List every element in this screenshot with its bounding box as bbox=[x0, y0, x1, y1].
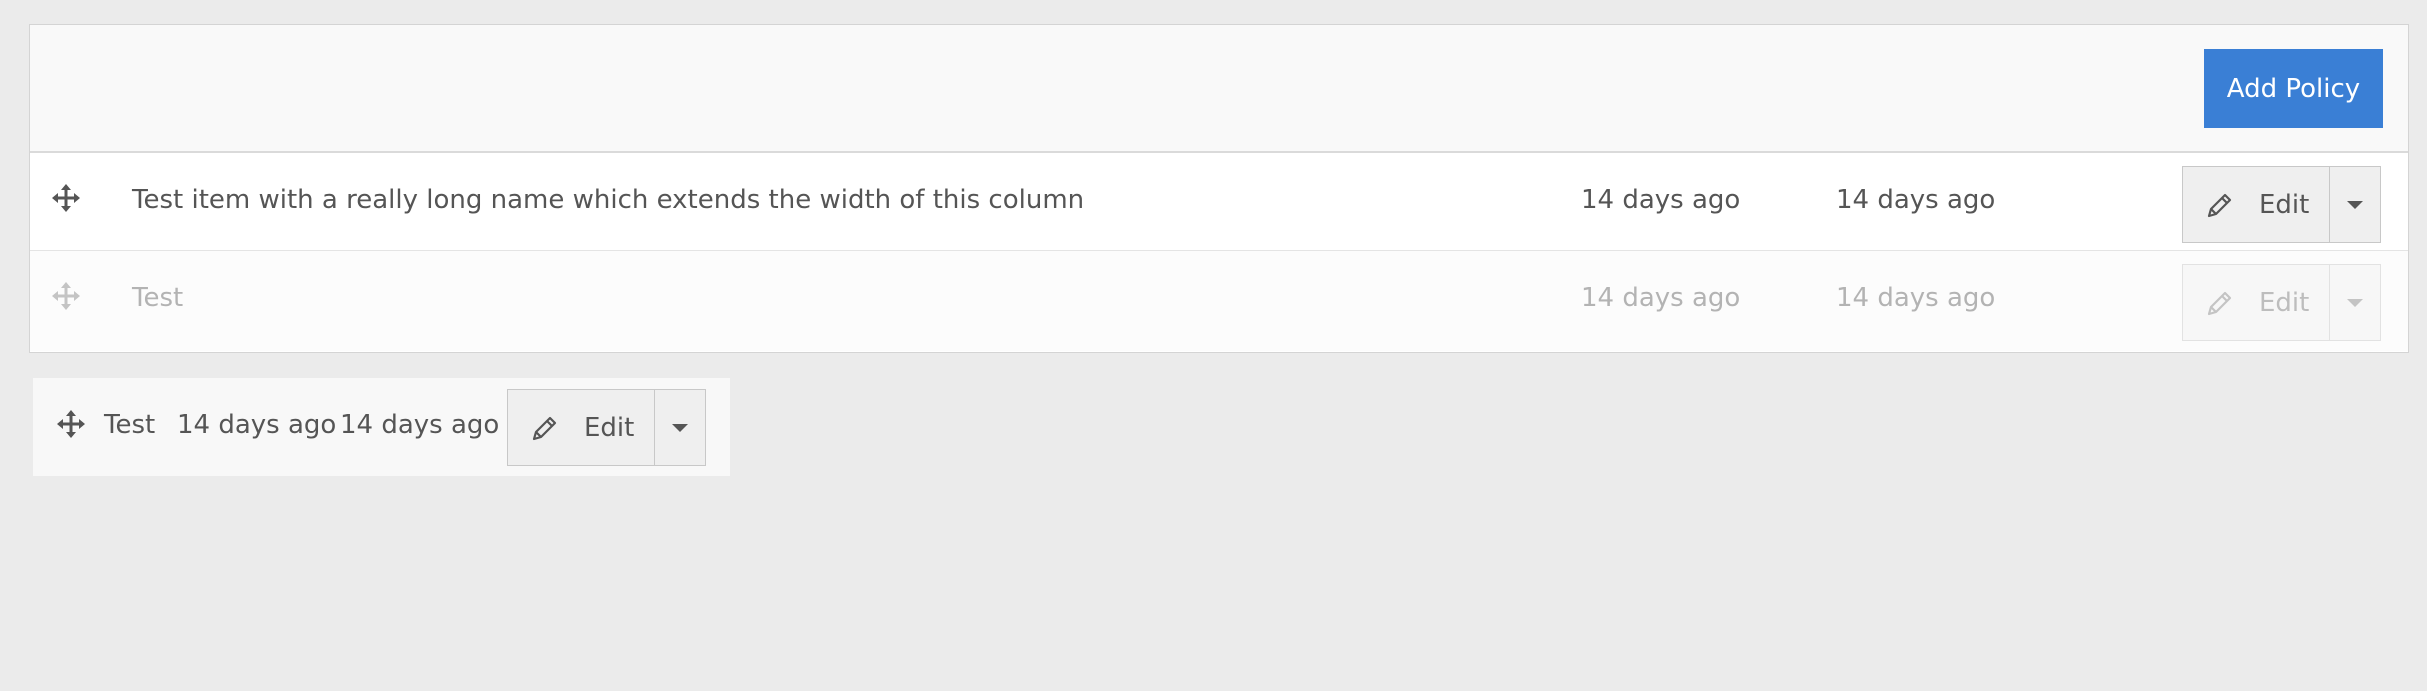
pencil-icon bbox=[532, 416, 557, 440]
move-handle-icon[interactable] bbox=[57, 410, 85, 438]
edit-label: Edit bbox=[2259, 189, 2310, 220]
panel-header: Add Policy bbox=[30, 25, 2408, 153]
caret-down-icon bbox=[2347, 298, 2363, 307]
edit-label: Edit bbox=[2259, 287, 2310, 318]
dropdown-toggle[interactable] bbox=[2330, 166, 2381, 243]
drag-preview-row[interactable]: Test 14 days ago 14 days ago Edit bbox=[33, 378, 730, 476]
edit-label: Edit bbox=[584, 412, 635, 443]
row-created: 14 days ago bbox=[1581, 185, 1741, 215]
row-actions: Edit bbox=[2182, 264, 2381, 341]
dropdown-toggle bbox=[2330, 264, 2381, 341]
row-updated: 14 days ago bbox=[1836, 185, 1996, 215]
row-actions: Edit bbox=[507, 389, 706, 466]
policy-list-panel: Add Policy Test item with a really long … bbox=[29, 24, 2409, 353]
caret-down-icon bbox=[2347, 200, 2363, 209]
move-handle-icon bbox=[52, 282, 80, 310]
row-name: Test bbox=[104, 410, 156, 440]
table-row-disabled: Test 14 days ago 14 days ago Edit bbox=[30, 251, 2408, 351]
edit-button[interactable]: Edit bbox=[2182, 166, 2330, 243]
edit-button[interactable]: Edit bbox=[507, 389, 655, 466]
row-actions: Edit bbox=[2182, 166, 2381, 243]
table-row: Test item with a really long name which … bbox=[30, 153, 2408, 251]
caret-down-icon bbox=[672, 423, 688, 432]
row-name: Test bbox=[132, 283, 184, 313]
row-updated: 14 days ago bbox=[340, 410, 500, 440]
pencil-icon bbox=[2207, 291, 2232, 315]
add-policy-button[interactable]: Add Policy bbox=[2204, 49, 2383, 128]
row-created: 14 days ago bbox=[1581, 283, 1741, 313]
move-handle-icon[interactable] bbox=[52, 184, 80, 212]
edit-button: Edit bbox=[2182, 264, 2330, 341]
row-name: Test item with a really long name which … bbox=[132, 185, 1085, 215]
pencil-icon bbox=[2207, 193, 2232, 217]
dropdown-toggle[interactable] bbox=[655, 389, 706, 466]
row-created: 14 days ago bbox=[177, 410, 337, 440]
row-updated: 14 days ago bbox=[1836, 283, 1996, 313]
